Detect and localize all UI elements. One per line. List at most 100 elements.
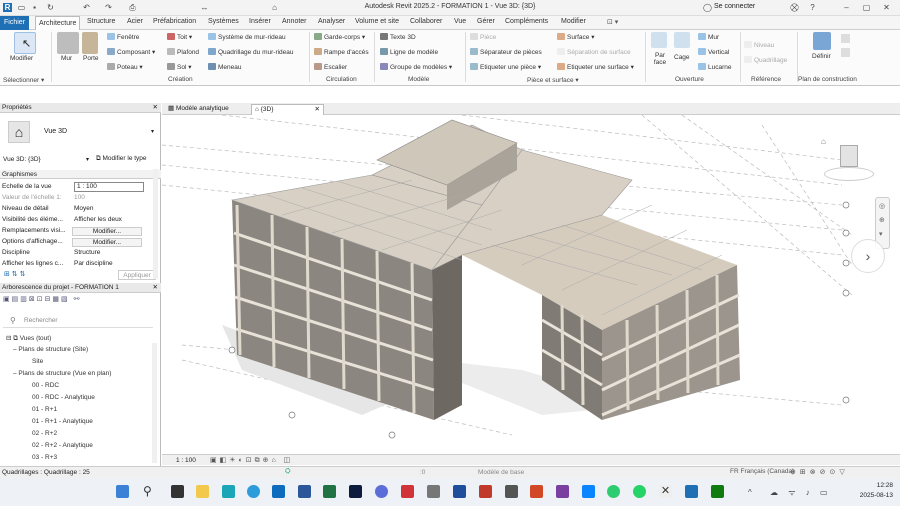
file-explorer-icon[interactable] (196, 485, 209, 498)
parts-visibility-value[interactable]: Afficher les deux (74, 215, 122, 225)
clock-time[interactable]: 12:28 (855, 482, 893, 489)
video-icon[interactable] (505, 485, 518, 498)
show-workplane-icon[interactable] (841, 34, 850, 43)
nav-menu-icon[interactable]: ▾ (879, 230, 883, 238)
wall-opening-button[interactable]: Mur (698, 33, 719, 41)
modify-button[interactable]: Modifier (10, 55, 33, 62)
ref-plane-icon[interactable] (841, 48, 850, 57)
tree-node[interactable]: 00 - RDC (32, 382, 59, 389)
tree-node[interactable]: 03 - R+3 (32, 454, 57, 461)
view-cube-ring[interactable] (824, 167, 874, 181)
minimize-icon[interactable]: – (842, 3, 851, 12)
tab-massing[interactable]: Volume et site (355, 18, 399, 25)
language-indicator[interactable]: FR Français (Canada) (730, 468, 794, 475)
view-tab-3d[interactable]: ⌂ {3D} ✕ (251, 104, 324, 115)
vg-overrides-button[interactable]: Modifier... (72, 227, 142, 236)
photos-icon[interactable] (582, 485, 595, 498)
tab-view[interactable]: Vue (454, 18, 466, 25)
browser-icon[interactable] (375, 485, 388, 498)
browser-search-field[interactable]: ⚲ Rechercher (3, 314, 153, 328)
roof-button[interactable]: Toit ▾ (167, 33, 192, 41)
graphics-section[interactable]: Graphismes (0, 170, 161, 179)
revit-alt-icon[interactable] (479, 485, 492, 498)
onenote-icon[interactable] (556, 485, 569, 498)
browser-close-icon[interactable]: ✕ (153, 283, 158, 293)
grid-button[interactable]: Quadrillage (744, 56, 787, 64)
stair-button[interactable]: Escalier (314, 63, 347, 71)
tree-node[interactable]: – Plans de structure (Site) (13, 346, 88, 353)
wall-icon[interactable] (57, 32, 79, 54)
door-icon[interactable] (82, 32, 98, 54)
tab-modify[interactable]: Modifier (561, 18, 586, 25)
store-icon[interactable] (222, 485, 235, 498)
room-area-group-label[interactable]: Pièce et surface ▾ (527, 76, 579, 84)
curtain-system-button[interactable]: Système de mur-rideau (208, 33, 286, 41)
design-option[interactable]: Modèle de base (478, 469, 524, 476)
close-icon[interactable]: ✕ (882, 3, 891, 12)
tree-node[interactable]: – Plans de structure (Vue en plan) (13, 370, 111, 377)
excel-icon[interactable] (323, 485, 336, 498)
tab-manage[interactable]: Gérer (477, 18, 495, 25)
tree-node[interactable]: ⊟ ⧉ Vues (tout) (6, 334, 51, 343)
area-button[interactable]: Surface ▾ (557, 33, 594, 41)
home-view-icon[interactable]: ⌂ (821, 137, 826, 146)
contextual-toggle-icon[interactable]: ⊡ ▾ (607, 18, 618, 26)
mullion-button[interactable]: Meneau (208, 63, 242, 71)
dormer-button[interactable]: Lucarne (698, 63, 732, 71)
tree-node[interactable]: Site (32, 358, 43, 365)
view-control-icons[interactable]: ▣◧☀◐⊡⧉⊕⌂ ◫ (210, 456, 293, 465)
detail-level-value[interactable]: Moyen (74, 204, 94, 214)
tab-analyze[interactable]: Analyser (318, 18, 345, 25)
ramp-button[interactable]: Rampe d'accès (314, 48, 369, 56)
powerpoint-icon[interactable] (530, 485, 543, 498)
sign-in-link[interactable]: Se connecter (714, 3, 755, 10)
room-separator-button[interactable]: Séparateur de pièces (470, 48, 542, 56)
window-button[interactable]: Fenêtre (107, 33, 139, 41)
view-tab-close-icon[interactable]: ✕ (315, 105, 320, 115)
door-button[interactable]: Porte (83, 55, 99, 62)
start-icon[interactable] (116, 485, 129, 498)
railing-button[interactable]: Garde-corps ▾ (314, 33, 365, 41)
whatsapp-icon[interactable] (633, 485, 646, 498)
shaft-icon[interactable] (674, 32, 690, 48)
outlook-icon[interactable] (272, 485, 285, 498)
model-group-button[interactable]: Groupe de modèles ▾ (380, 63, 452, 71)
tag-room-button[interactable]: Etiqueter une pièce ▾ (470, 63, 541, 71)
level-button[interactable]: Niveau (744, 41, 774, 49)
tree-node[interactable]: 02 - R+2 (32, 430, 57, 437)
tab-systems[interactable]: Systèmes (208, 18, 239, 25)
browser-toolbar-icons[interactable]: ▣▤▥⊠⊡⊟▦▧ ⚯ (3, 295, 115, 304)
curtain-grid-button[interactable]: Quadrillage du mur-rideau (208, 48, 294, 56)
shaft-button[interactable]: Cage (674, 54, 690, 61)
properties-scrollbar[interactable] (153, 169, 158, 279)
set-workplane-button[interactable]: Définir (812, 53, 831, 60)
app-icon[interactable] (401, 485, 414, 498)
by-face-icon[interactable] (651, 32, 667, 48)
properties-filter-icons[interactable]: ⊞ ⇅ ⇅ (4, 270, 26, 278)
view-cube[interactable]: ⌂ (818, 137, 878, 185)
select-dropdown[interactable]: Sélectionner ▾ (3, 76, 44, 84)
apply-button[interactable]: Appliquer (118, 270, 156, 280)
help-icon[interactable]: ? (808, 3, 817, 12)
tray-chevron-icon[interactable]: ^ (748, 488, 752, 497)
tab-collaborate[interactable]: Collaborer (410, 18, 442, 25)
properties-close-icon[interactable]: ✕ (153, 103, 158, 113)
tab-insert[interactable]: Insérer (249, 18, 271, 25)
instance-selector[interactable]: Vue 3D: {3D} (3, 156, 41, 163)
tree-node[interactable]: 02 - R+2 - Analytique (32, 442, 93, 449)
column-button[interactable]: Poteau ▾ (107, 63, 143, 71)
steering-wheel-icon[interactable]: ◎ (879, 202, 885, 210)
taskbar-search-icon[interactable]: ⚲ (143, 484, 152, 498)
user-icon[interactable]: ◯ (703, 3, 712, 12)
by-face-button[interactable]: Par face (653, 52, 667, 66)
ceiling-button[interactable]: Plafond (167, 48, 199, 56)
tab-addins[interactable]: Compléments (505, 18, 548, 25)
view-cube-box[interactable] (840, 145, 858, 167)
tag-area-button[interactable]: Etiqueter une surface ▾ (557, 63, 634, 71)
x-app-icon[interactable]: ✕ (659, 485, 672, 498)
tab-annotate[interactable]: Annoter (282, 18, 307, 25)
edit-type-button[interactable]: ⧉ Modifier le type (96, 155, 147, 163)
tab-precast[interactable]: Préfabrication (153, 18, 196, 25)
workset-icon[interactable]: ⛭ (285, 468, 291, 476)
set-workplane-icon[interactable] (813, 32, 831, 50)
